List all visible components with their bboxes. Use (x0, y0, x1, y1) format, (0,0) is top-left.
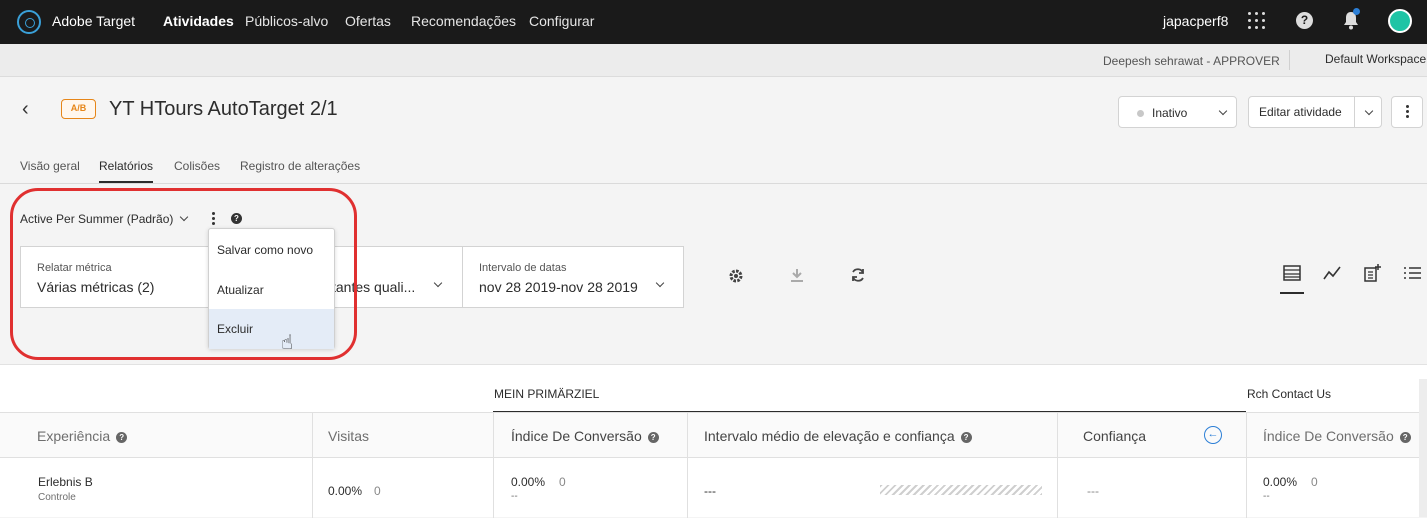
list-view-icon[interactable] (1402, 263, 1422, 283)
status-label: Inativo (1152, 106, 1188, 120)
nav-item-atividades[interactable]: Atividades (163, 13, 234, 29)
hand-pointer-cursor-icon: ☝ (281, 332, 294, 354)
chevron-down-icon[interactable] (179, 212, 189, 222)
column-header-lift-confidence[interactable]: Intervalo médio de elevação e confiança? (704, 428, 972, 444)
experience-sub-label: Controle (38, 492, 76, 503)
conversion-count: 0 (559, 475, 566, 489)
column-divider (493, 412, 494, 518)
lift-value: --- (704, 484, 716, 498)
conversion-sub: -- (511, 491, 518, 502)
metric-value: Várias métricas (2) (37, 279, 155, 295)
column-header-experience[interactable]: Experiência? (37, 428, 128, 444)
activity-tabs: Visão geral Relatórios Colisões Registro… (0, 150, 1427, 184)
column-divider (1246, 412, 1247, 518)
group-header-secondary: Rch Contact Us (1247, 387, 1332, 401)
help-icon[interactable]: ? (647, 432, 659, 443)
experience-name: Erlebnis B (38, 475, 93, 489)
nav-item-ofertas[interactable]: Ofertas (345, 13, 391, 29)
adobe-target-logo-icon[interactable] (17, 10, 41, 34)
refresh-icon[interactable] (850, 267, 866, 283)
collapse-arrow-icon[interactable]: ← (1204, 426, 1222, 444)
download-icon[interactable] (789, 267, 805, 283)
workspace-bar: Deepesh sehrawat - APPROVER Default Work… (0, 44, 1427, 77)
tab-registro-alteracoes[interactable]: Registro de alterações (240, 159, 360, 173)
confidence-value: --- (1087, 484, 1099, 498)
edit-activity-button[interactable]: Editar atividade (1248, 96, 1382, 128)
tab-colisoes[interactable]: Colisões (174, 159, 220, 173)
table-header-row: Experiência? Visitas Índice De Conversão… (0, 412, 1427, 458)
column-header-conversion-rate-2[interactable]: Índice De Conversão? (1263, 428, 1411, 444)
help-icon[interactable]: ? (1296, 12, 1313, 29)
visits-count: 0 (374, 484, 381, 498)
tab-relatorios[interactable]: Relatórios (99, 159, 153, 173)
chevron-down-icon (655, 278, 665, 288)
divider (1354, 97, 1355, 127)
vertical-scrollbar[interactable] (1419, 379, 1427, 517)
approver-label: Deepesh sehrawat - APPROVER (1103, 54, 1280, 68)
chevron-down-icon (1218, 106, 1228, 116)
date-value: nov 28 2019-nov 28 2019 (479, 279, 638, 295)
divider (1289, 50, 1290, 70)
line-chart-view-icon[interactable] (1322, 263, 1342, 283)
status-dot-icon (1137, 110, 1144, 117)
conversion-percent-2: 0.00% (1263, 475, 1298, 489)
active-tab-indicator (99, 181, 153, 183)
menu-item-save-as-new[interactable]: Salvar como novo (209, 230, 334, 270)
metric-caption: Relatar métrica (37, 262, 112, 274)
chevron-down-icon (433, 278, 443, 288)
menu-item-refresh[interactable]: Atualizar (209, 270, 334, 310)
nav-item-recomendacoes[interactable]: Recomendações (411, 13, 516, 29)
apps-grid-icon[interactable] (1248, 12, 1266, 30)
active-view-indicator (1280, 292, 1304, 294)
report-table: MEIN PRIMÄRZIEL Rch Contact Us Experiênc… (0, 364, 1427, 518)
help-icon[interactable]: ? (116, 432, 128, 443)
top-nav: Adobe Target Atividades Públicos-alvo Of… (0, 0, 1427, 44)
group-header-primary: MEIN PRIMÄRZIEL (494, 387, 600, 401)
conversion-count-2: 0 (1311, 475, 1318, 489)
date-caption: Intervalo de datas (479, 262, 567, 274)
audience-value: tantes quali... (332, 279, 416, 295)
help-icon[interactable]: ? (1399, 432, 1411, 443)
chevron-down-icon[interactable] (1364, 106, 1374, 116)
workspace-selector[interactable]: Default Workspace (1325, 52, 1426, 66)
report-options-menu: Salvar como novo Atualizar Excluir (208, 228, 335, 349)
activity-type-badge: A/B (61, 99, 96, 119)
table-view-icon[interactable] (1282, 263, 1302, 283)
user-name[interactable]: japacperf8 (1163, 13, 1228, 29)
nav-item-configurar[interactable]: Configurar (529, 13, 594, 29)
menu-item-delete[interactable]: Excluir (209, 309, 334, 349)
conversion-sub-2: -- (1263, 491, 1270, 502)
report-selector[interactable]: Active Per Summer (Padrão) (20, 212, 173, 226)
column-header-visits[interactable]: Visitas (328, 428, 369, 444)
date-range-filter[interactable]: Intervalo de datas nov 28 2019-nov 28 20… (462, 246, 684, 308)
brand-name[interactable]: Adobe Target (52, 13, 135, 29)
tab-visao-geral[interactable]: Visão geral (20, 159, 80, 173)
column-divider (1057, 412, 1058, 518)
status-dropdown[interactable]: Inativo (1118, 96, 1237, 128)
add-report-icon[interactable] (1362, 263, 1382, 283)
settings-gear-icon[interactable] (728, 268, 744, 284)
avatar[interactable] (1388, 9, 1412, 33)
confidence-interval-bar (880, 485, 1042, 495)
column-header-confidence[interactable]: Confiança (1083, 428, 1146, 444)
edit-activity-label: Editar atividade (1259, 105, 1342, 119)
more-options-button[interactable] (1391, 96, 1423, 128)
column-divider (687, 412, 688, 518)
conversion-percent: 0.00% (511, 475, 546, 489)
report-more-icon[interactable] (212, 212, 215, 225)
back-arrow-icon[interactable]: ‹ (22, 99, 36, 119)
column-divider (312, 412, 313, 518)
help-icon[interactable]: ? (231, 213, 242, 224)
nav-item-publicos-alvo[interactable]: Públicos-alvo (245, 13, 328, 29)
audience-filter[interactable]: tantes quali... (319, 246, 463, 308)
column-header-conversion-rate[interactable]: Índice De Conversão? (511, 428, 659, 444)
help-icon[interactable]: ? (960, 432, 972, 443)
page-title: YT HTours AutoTarget 2/1 (109, 98, 338, 120)
more-vertical-icon (1406, 105, 1409, 118)
notification-badge (1353, 8, 1360, 15)
visits-percent: 0.00% (328, 484, 363, 498)
